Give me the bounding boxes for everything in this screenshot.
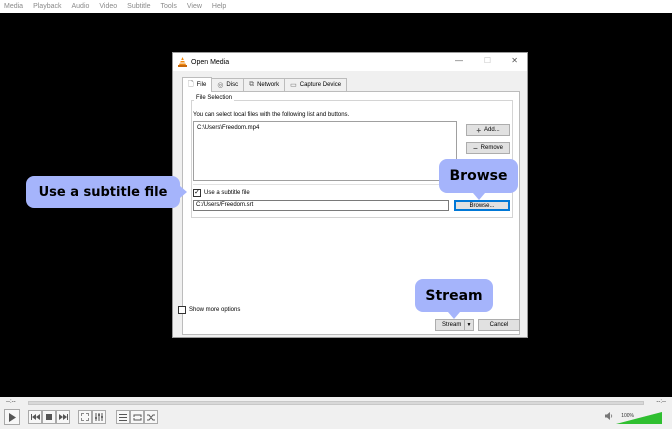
loop-icon [133,414,141,420]
tab-disc-label: Disc [226,82,239,88]
extended-settings-button[interactable] [92,410,106,424]
network-icon: ⧉ [249,81,255,88]
shuffle-button[interactable] [144,410,158,424]
plus-icon: + [476,125,481,135]
next-button[interactable] [56,410,70,424]
controls-bar: --:-- --:-- 100% [0,397,672,429]
callout-browse-arrow [473,193,485,200]
cancel-label: Cancel [489,322,509,328]
fullscreen-icon [81,413,89,421]
chevron-down-icon[interactable]: ▼ [464,320,473,330]
minimize-icon[interactable]: — [455,56,463,65]
playlist-button[interactable] [116,410,130,424]
menubar: Media Playback Audio Video Subtitle Tool… [0,0,672,13]
file-icon: 🗋 [188,80,194,88]
menu-tools[interactable]: Tools [161,3,177,10]
menu-video[interactable]: Video [99,3,117,10]
play-icon [9,412,16,422]
minus-icon: − [472,143,478,153]
stream-label: Stream [442,322,462,328]
tab-file-label: File [196,82,207,88]
maximize-icon[interactable]: ☐ [484,56,491,65]
file-list[interactable]: C:\Users\Freedom.mp4 [193,121,457,181]
add-file-label: Add... [483,127,500,133]
tab-bar: 🗋 File ◎ Disc ⧉ Network ▭ Capture Device [182,77,348,92]
callout-stream-text: Stream [425,287,483,304]
callout-use-subtitle-text: Use a subtitle file [38,184,168,200]
subtitle-checkbox[interactable]: ✓ [193,189,201,197]
show-more-options-checkbox[interactable] [178,306,186,314]
callout-arrow-right [180,186,187,198]
tab-capture-device[interactable]: ▭ Capture Device [284,78,348,91]
menu-media[interactable]: Media [4,3,23,10]
menu-help[interactable]: Help [212,3,226,10]
fullscreen-button[interactable] [78,410,92,424]
callout-browse: Browse [439,159,518,193]
stop-button[interactable] [42,410,56,424]
menu-view[interactable]: View [187,3,202,10]
shuffle-icon [147,414,155,420]
menu-playback[interactable]: Playback [33,3,61,10]
menu-audio[interactable]: Audio [71,3,89,10]
stop-icon [46,414,52,420]
time-total: --:-- [656,399,666,405]
remove-file-label: Remove [480,145,503,151]
stream-button[interactable]: Stream ▼ [435,319,474,331]
vlc-cone-icon [178,57,187,67]
volume-slider[interactable] [616,412,662,424]
remove-file-button[interactable]: − Remove [466,142,510,154]
tab-file[interactable]: 🗋 File [182,77,213,92]
speaker-icon [605,412,613,420]
time-elapsed: --:-- [6,399,16,405]
vlc-window: Media Playback Audio Video Subtitle Tool… [0,0,672,429]
show-more-options-label[interactable]: Show more options [189,307,240,313]
file-selection-label: File Selection [194,95,235,101]
close-icon[interactable]: ✕ [511,56,518,65]
file-selection-hint: You can select local files with the foll… [193,112,350,118]
equalizer-icon [95,413,103,421]
browse-subtitle-button[interactable]: Browse... [454,200,510,211]
previous-icon [30,414,40,420]
previous-button[interactable] [28,410,42,424]
callout-browse-text: Browse [449,168,508,184]
subtitle-checkbox-label[interactable]: Use a subtitle file [204,190,250,196]
tab-network-label: Network [257,82,280,88]
browse-label: Browse... [469,202,495,209]
callout-stream-arrow [448,312,460,319]
seek-slider[interactable] [28,401,644,405]
menu-subtitle[interactable]: Subtitle [127,3,150,10]
tab-capture-device-label: Capture Device [299,82,342,88]
volume-icon[interactable] [605,412,614,423]
loop-button[interactable] [130,410,144,424]
tab-disc[interactable]: ◎ Disc [211,78,245,91]
add-file-button[interactable]: + Add... [466,124,510,136]
tab-network[interactable]: ⧉ Network [243,78,286,91]
cancel-button[interactable]: Cancel [478,319,520,331]
playlist-icon [119,413,127,421]
subtitle-path-field[interactable]: C:/Users/Freedom.srt [193,200,449,211]
dialog-title: Open Media [191,58,230,66]
play-button[interactable] [4,409,20,425]
file-list-item[interactable]: C:\Users\Freedom.mp4 [194,122,456,134]
dialog-titlebar[interactable]: Open Media — ☐ ✕ [173,53,527,71]
next-icon [58,414,68,420]
callout-stream: Stream [415,279,493,312]
capture-device-icon: ▭ [290,82,297,89]
callout-use-subtitle: Use a subtitle file [26,176,180,208]
disc-icon: ◎ [217,82,224,89]
